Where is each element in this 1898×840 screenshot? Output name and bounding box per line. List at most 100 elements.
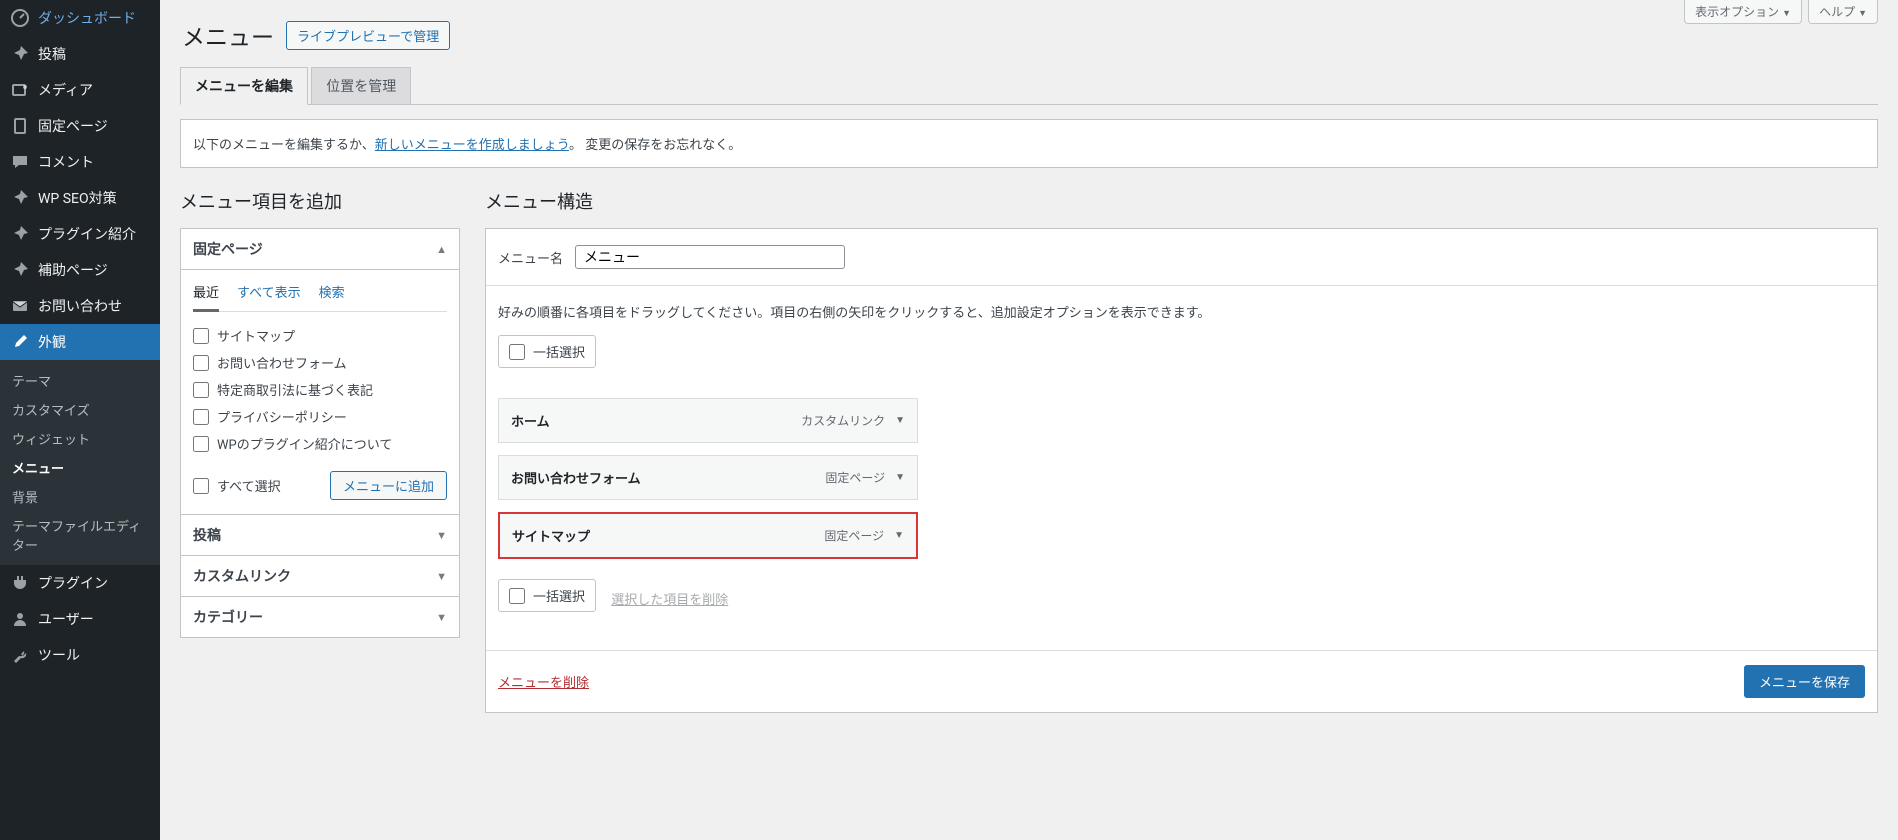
- sidebar-item-seo[interactable]: WP SEO対策: [0, 180, 160, 216]
- sidebar-label: お問い合わせ: [38, 296, 122, 316]
- accordion-pages: 固定ページ ▲ 最近 すべて表示 検索 サイトマップ お問い合わせフォーム 特定…: [180, 228, 460, 515]
- sidebar-item-users[interactable]: ユーザー: [0, 601, 160, 637]
- sidebar-item-tools[interactable]: ツール: [0, 637, 160, 673]
- add-items-heading: メニュー項目を追加: [180, 188, 460, 214]
- page-title: メニュー: [182, 18, 274, 52]
- chevron-down-icon: ▼: [1782, 8, 1791, 18]
- page-item[interactable]: サイトマップ: [193, 322, 447, 349]
- select-all-checkbox[interactable]: [193, 478, 209, 494]
- sidebar-label: 投稿: [38, 44, 66, 64]
- sidebar-item-plugins[interactable]: プラグイン: [0, 565, 160, 601]
- submenu-theme-editor[interactable]: テーマファイルエディター: [0, 511, 160, 559]
- sidebar-item-media[interactable]: メディア: [0, 72, 160, 108]
- plugin-icon: [10, 573, 30, 593]
- chevron-down-icon: ▼: [1858, 8, 1867, 18]
- tab-view-all[interactable]: すべて表示: [237, 282, 301, 311]
- page-checkbox[interactable]: [193, 328, 209, 344]
- sidebar-label: ダッシュボード: [38, 8, 136, 28]
- notice-create-menu: 以下のメニューを編集するか、新しいメニューを作成しましょう。 変更の保存をお忘れ…: [180, 119, 1878, 168]
- tab-recent[interactable]: 最近: [193, 282, 219, 312]
- brush-icon: [10, 332, 30, 352]
- page-checkbox[interactable]: [193, 436, 209, 452]
- accordion-posts-header[interactable]: 投稿 ▼: [181, 515, 459, 555]
- sidebar-label: 外観: [38, 332, 66, 352]
- sidebar-item-plugin-intro[interactable]: プラグイン紹介: [0, 216, 160, 252]
- page-checkbox[interactable]: [193, 355, 209, 371]
- sidebar-label: ツール: [38, 645, 80, 665]
- live-preview-button[interactable]: ライブプレビューで管理: [286, 21, 450, 50]
- page-icon: [10, 116, 30, 136]
- add-to-menu-button[interactable]: メニューに追加: [330, 471, 447, 500]
- sidebar-item-aux-page[interactable]: 補助ページ: [0, 252, 160, 288]
- chevron-down-icon: ▼: [436, 529, 447, 542]
- page-heading: メニュー ライブプレビューで管理: [180, 0, 1878, 67]
- bulk-select-checkbox[interactable]: [509, 344, 525, 360]
- comment-icon: [10, 152, 30, 172]
- save-menu-button[interactable]: メニューを保存: [1744, 665, 1865, 698]
- sidebar-submenu-appearance: テーマ カスタマイズ ウィジェット メニュー 背景 テーマファイルエディター: [0, 360, 160, 565]
- sidebar-item-dashboard[interactable]: ダッシュボード: [0, 0, 160, 36]
- sidebar-label: コメント: [38, 152, 94, 172]
- chevron-down-icon[interactable]: ▼: [894, 530, 904, 541]
- page-item[interactable]: 特定商取引法に基づく表記: [193, 376, 447, 403]
- remove-selected-link: 選択した項目を削除: [611, 593, 728, 608]
- mail-icon: [10, 296, 30, 316]
- select-all[interactable]: すべて選択: [193, 476, 281, 495]
- pin-icon: [10, 44, 30, 64]
- submenu-themes[interactable]: テーマ: [0, 366, 160, 395]
- bulk-select-checkbox[interactable]: [509, 588, 525, 604]
- pages-inner-tabs: 最近 すべて表示 検索: [193, 282, 447, 312]
- sidebar-item-contact[interactable]: お問い合わせ: [0, 288, 160, 324]
- bulk-select-bottom[interactable]: 一括選択: [498, 579, 596, 612]
- admin-sidebar: ダッシュボード 投稿 メディア 固定ページ コメント WP SEO対策 プラグイ…: [0, 0, 160, 840]
- chevron-down-icon: ▼: [436, 611, 447, 624]
- page-checkbox[interactable]: [193, 409, 209, 425]
- tab-search[interactable]: 検索: [319, 282, 345, 311]
- sidebar-label: 固定ページ: [38, 116, 108, 136]
- pin-icon: [10, 224, 30, 244]
- chevron-down-icon[interactable]: ▼: [895, 472, 905, 483]
- nav-tabs: メニューを編集 位置を管理: [180, 67, 1878, 105]
- submenu-customize[interactable]: カスタマイズ: [0, 395, 160, 424]
- tab-edit-menu[interactable]: メニューを編集: [180, 67, 308, 105]
- delete-menu-link[interactable]: メニューを削除: [498, 672, 589, 691]
- tab-manage-locations[interactable]: 位置を管理: [311, 67, 411, 104]
- sidebar-label: ユーザー: [38, 609, 94, 629]
- menu-item-sitemap[interactable]: サイトマップ 固定ページ ▼: [498, 512, 918, 559]
- create-menu-link[interactable]: 新しいメニューを作成しましょう: [375, 138, 569, 153]
- sidebar-item-comments[interactable]: コメント: [0, 144, 160, 180]
- sidebar-label: 補助ページ: [38, 260, 108, 280]
- menu-item-home[interactable]: ホーム カスタムリンク ▼: [498, 398, 918, 443]
- sidebar-label: プラグイン紹介: [38, 224, 136, 244]
- screen-options-bar: 表示オプション▼ ヘルプ▼: [1684, 0, 1878, 24]
- submenu-menus[interactable]: メニュー: [0, 453, 160, 482]
- chevron-up-icon: ▲: [436, 243, 447, 256]
- chevron-down-icon: ▼: [436, 570, 447, 583]
- chevron-down-icon[interactable]: ▼: [895, 415, 905, 426]
- accordion-categories: カテゴリー ▼: [180, 596, 460, 638]
- tool-icon: [10, 645, 30, 665]
- pin-icon: [10, 260, 30, 280]
- bulk-select-top[interactable]: 一括選択: [498, 335, 596, 368]
- sidebar-item-appearance[interactable]: 外観: [0, 324, 160, 360]
- accordion-posts: 投稿 ▼: [180, 514, 460, 556]
- page-checkbox[interactable]: [193, 382, 209, 398]
- dashboard-icon: [10, 8, 30, 28]
- page-item[interactable]: WPのプラグイン紹介について: [193, 430, 447, 457]
- structure-heading: メニュー構造: [485, 188, 1878, 214]
- page-item[interactable]: お問い合わせフォーム: [193, 349, 447, 376]
- help-button[interactable]: ヘルプ▼: [1808, 0, 1878, 24]
- submenu-widgets[interactable]: ウィジェット: [0, 424, 160, 453]
- menu-name-input[interactable]: [575, 245, 845, 269]
- screen-options-button[interactable]: 表示オプション▼: [1684, 0, 1802, 24]
- menu-item-contact-form[interactable]: お問い合わせフォーム 固定ページ ▼: [498, 455, 918, 500]
- accordion-categories-header[interactable]: カテゴリー ▼: [181, 597, 459, 637]
- submenu-background[interactable]: 背景: [0, 482, 160, 511]
- accordion-pages-header[interactable]: 固定ページ ▲: [181, 229, 459, 270]
- sidebar-item-pages[interactable]: 固定ページ: [0, 108, 160, 144]
- sidebar-item-posts[interactable]: 投稿: [0, 36, 160, 72]
- pin-icon: [10, 188, 30, 208]
- page-item[interactable]: プライバシーポリシー: [193, 403, 447, 430]
- structure-help-text: 好みの順番に各項目をドラッグしてください。項目の右側の矢印をクリックすると、追加…: [498, 302, 1865, 321]
- accordion-custom-links-header[interactable]: カスタムリンク ▼: [181, 556, 459, 596]
